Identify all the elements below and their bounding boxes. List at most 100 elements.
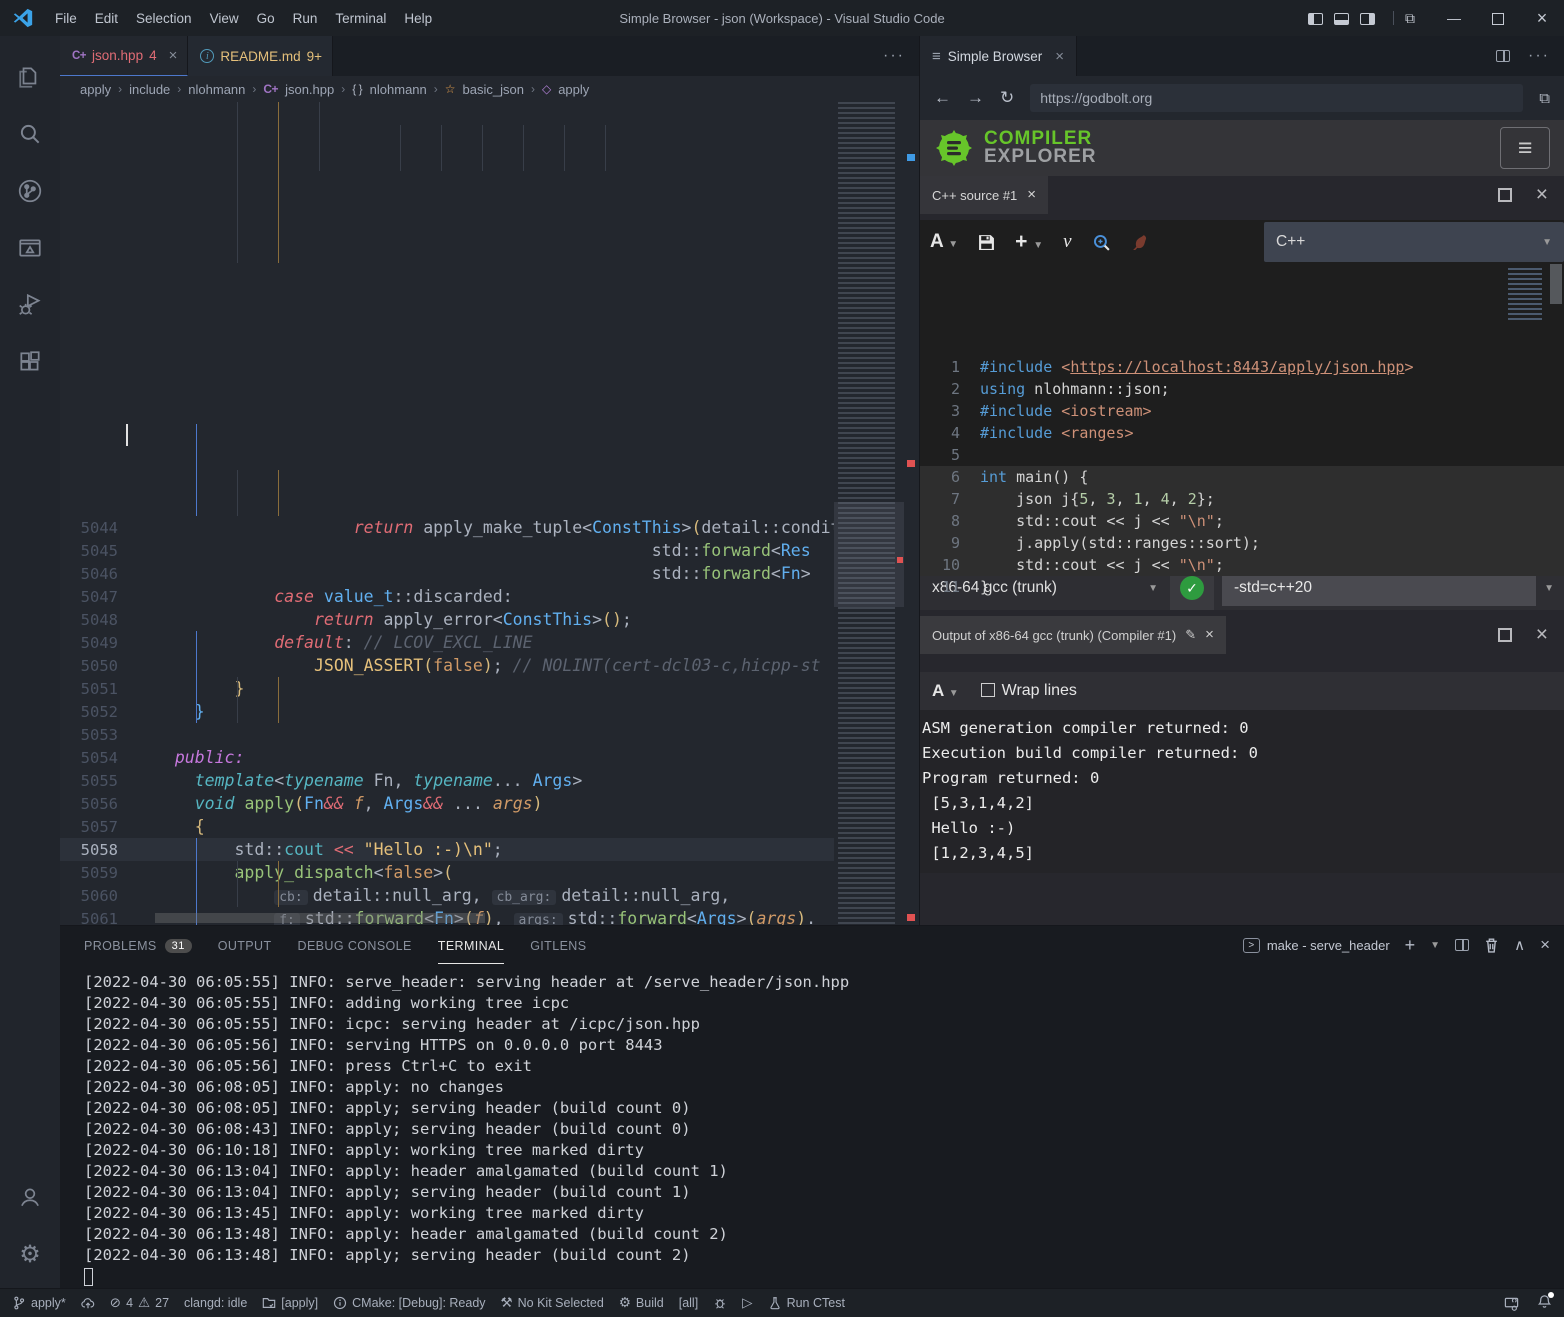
crumb-json-hpp[interactable]: json.hpp	[285, 82, 334, 97]
output-pane-title[interactable]: Output of x86-64 gcc (trunk) (Compiler #…	[920, 616, 1226, 654]
code-line: 4#include <ranges>	[920, 422, 1564, 444]
forward-icon[interactable]: →	[967, 88, 984, 108]
problems-item[interactable]: ⊘4 ⚠27	[110, 1295, 169, 1311]
godbolt-source-code[interactable]: 1#include <https://localhost:8443/apply/…	[920, 264, 1564, 520]
menu-terminal[interactable]: Terminal	[326, 7, 395, 30]
ruler-info-mark	[907, 154, 915, 161]
crumb-namespace-nlohmann[interactable]: nlohmann	[370, 82, 427, 97]
minimap-slider[interactable]	[834, 502, 904, 607]
url-input[interactable]: https://godbolt.org	[1030, 84, 1523, 112]
tab-problems[interactable]: PROBLEMS 31	[84, 926, 192, 964]
cmake-status-item[interactable]: CMake: [Debug]: Ready	[333, 1296, 485, 1310]
tab-readme-md[interactable]: i README.md 9+	[188, 36, 333, 76]
toggle-secondary-sidebar-icon[interactable]	[1345, 10, 1389, 26]
editor-more-actions-icon[interactable]: ···	[883, 36, 919, 76]
source-tab[interactable]: C++ source #1 ×	[920, 176, 1048, 214]
customize-layout-icon[interactable]: ⧉	[1388, 10, 1432, 27]
wrap-lines-checkbox[interactable]: Wrap lines	[981, 682, 1077, 700]
close-pane-icon[interactable]: ×	[1536, 188, 1548, 202]
close-tab-icon[interactable]: ×	[1055, 48, 1064, 65]
build-item[interactable]: ⚙ Build	[619, 1295, 664, 1311]
code-editor[interactable]: 5044 return apply_make_tuple<ConstThis>(…	[60, 102, 919, 925]
more-actions-icon[interactable]: ···	[1528, 47, 1550, 65]
git-branch-item[interactable]: apply*	[12, 1296, 66, 1310]
explorer-icon[interactable]	[7, 54, 53, 100]
minimize-icon[interactable]: —	[1432, 10, 1476, 26]
compiler-explorer-wordmark[interactable]: COMPILER EXPLORER	[984, 130, 1097, 166]
maximize-pane-icon[interactable]	[1498, 188, 1512, 202]
add-pane-icon[interactable]: + ▼	[1015, 230, 1043, 254]
search-icon[interactable]	[7, 111, 53, 157]
code-lines[interactable]: 5044 return apply_make_tuple<ConstThis>(…	[60, 102, 834, 925]
hamburger-menu-icon[interactable]: ≡	[1500, 127, 1550, 169]
cpp-insights-icon[interactable]	[1131, 234, 1148, 251]
kill-terminal-icon[interactable]	[1484, 937, 1499, 953]
minimap[interactable]	[834, 102, 904, 925]
save-icon[interactable]	[978, 234, 995, 251]
maximize-pane-icon[interactable]	[1498, 628, 1512, 642]
close-icon[interactable]: ×	[1205, 628, 1214, 642]
horizontal-scrollbar[interactable]	[155, 913, 485, 923]
menu-help[interactable]: Help	[395, 7, 441, 30]
crumb-method-apply[interactable]: apply	[558, 82, 589, 97]
crumb-apply[interactable]: apply	[80, 82, 111, 97]
launch-item[interactable]: ▷	[742, 1295, 752, 1311]
run-debug-icon[interactable]	[7, 282, 53, 328]
ctest-item[interactable]: Run CTest	[768, 1296, 845, 1310]
settings-gear-icon[interactable]: ⚙	[7, 1231, 53, 1277]
extensions-icon[interactable]	[7, 339, 53, 385]
terminal-session[interactable]: > make - serve_header	[1243, 938, 1390, 953]
debug-item[interactable]	[713, 1296, 727, 1310]
split-terminal-icon[interactable]	[1455, 939, 1469, 951]
menu-selection[interactable]: Selection	[127, 7, 201, 30]
font-size-icon[interactable]: A ▼	[932, 681, 959, 701]
crumb-nlohmann[interactable]: nlohmann	[188, 82, 245, 97]
maximize-icon[interactable]	[1476, 10, 1520, 26]
notifications-bell-icon[interactable]	[1537, 1294, 1552, 1312]
new-terminal-icon[interactable]: +	[1405, 935, 1416, 956]
tab-terminal[interactable]: TERMINAL	[438, 926, 504, 964]
tab-output[interactable]: OUTPUT	[218, 926, 272, 964]
language-select[interactable]: C++ ▼	[1264, 222, 1564, 262]
split-editor-icon[interactable]	[1496, 50, 1510, 62]
vim-mode-icon[interactable]: v	[1063, 231, 1071, 253]
publish-changes-item[interactable]	[81, 1296, 95, 1310]
account-icon[interactable]	[7, 1174, 53, 1220]
menu-file[interactable]: File	[46, 7, 86, 30]
tab-gitlens[interactable]: GITLENS	[530, 926, 586, 964]
code-line: 5047 case value_t::discarded:	[60, 585, 834, 608]
close-window-icon[interactable]: ×	[1520, 8, 1564, 29]
build-target-item[interactable]: [all]	[679, 1296, 698, 1310]
menu-edit[interactable]: Edit	[86, 7, 127, 30]
tab-json-hpp[interactable]: C+ json.hpp 4 ×	[60, 36, 188, 76]
back-icon[interactable]: ←	[934, 88, 951, 108]
tab-simple-browser[interactable]: ≡ Simple Browser ×	[920, 36, 1077, 76]
close-pane-icon[interactable]: ×	[1536, 628, 1548, 642]
crumb-include[interactable]: include	[129, 82, 170, 97]
terminal-output[interactable]: [2022-04-30 06:05:55] INFO: serve_header…	[60, 964, 1564, 1288]
close-tab-icon[interactable]: ×	[169, 47, 178, 64]
edit-icon[interactable]: ✎	[1185, 627, 1196, 643]
terminal-dropdown-icon[interactable]: ▼	[1430, 940, 1440, 951]
reload-icon[interactable]: ↻	[1000, 88, 1014, 108]
source-control-icon[interactable]	[7, 168, 53, 214]
clangd-status-item[interactable]: clangd: idle	[184, 1296, 247, 1310]
open-external-icon[interactable]: ⧉	[1539, 90, 1550, 107]
tab-debug-console[interactable]: DEBUG CONSOLE	[298, 926, 412, 964]
cmake-folder-item[interactable]: [apply]	[262, 1296, 318, 1310]
menu-view[interactable]: View	[201, 7, 248, 30]
crumb-basic-json[interactable]: basic_json	[463, 82, 524, 97]
remote-explorer-icon[interactable]	[1504, 1296, 1519, 1311]
font-size-icon[interactable]: A ▼	[930, 231, 958, 253]
minimap	[1508, 268, 1542, 320]
close-panel-icon[interactable]: ×	[1540, 935, 1550, 955]
menu-go[interactable]: Go	[248, 7, 284, 30]
terminal-log-line: [2022-04-30 06:13:04] INFO: apply: heade…	[84, 1161, 1564, 1182]
maximize-panel-icon[interactable]: ∧	[1514, 936, 1525, 954]
quick-bench-icon[interactable]	[1092, 233, 1111, 252]
menu-run[interactable]: Run	[284, 7, 327, 30]
close-icon[interactable]: ×	[1027, 188, 1036, 202]
cmake-tools-icon[interactable]	[7, 225, 53, 271]
scrollbar-thumb[interactable]	[1550, 264, 1562, 304]
kit-item[interactable]: ⚒ No Kit Selected	[501, 1295, 604, 1311]
